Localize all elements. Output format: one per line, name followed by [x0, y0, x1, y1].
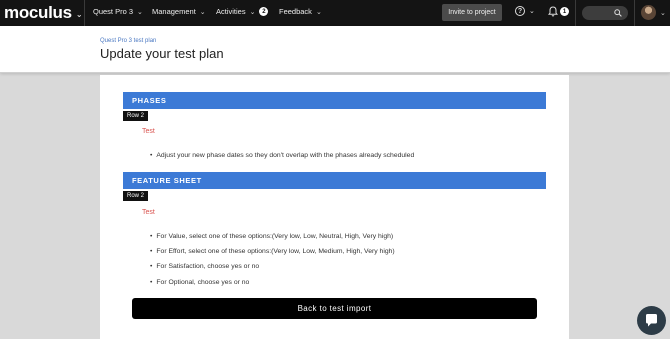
chevron-down-icon: ⌄ — [249, 8, 256, 16]
nav-item-label: Quest Pro 3 — [93, 7, 134, 16]
app-logo-menu[interactable]: moculus ⌄ — [4, 3, 83, 23]
nav-divider — [634, 0, 635, 26]
chevron-down-icon: ⌄ — [315, 8, 322, 16]
activities-count-badge: 2 — [259, 7, 269, 16]
list-item: For Optional, choose yes or no — [150, 279, 395, 294]
breadcrumb[interactable]: Quest Pro 3 test plan — [100, 38, 156, 44]
row-tag: Row 2 — [123, 111, 149, 121]
chevron-down-icon: ⌄ — [529, 8, 535, 15]
nav-item-label: Management — [152, 7, 196, 16]
user-avatar[interactable] — [641, 5, 656, 20]
bullet-list: For Value, select one of these options:(… — [150, 233, 395, 294]
chevron-down-icon: ⌄ — [199, 8, 206, 16]
nav-item-label: Activities — [216, 7, 246, 16]
chat-support-button[interactable] — [637, 306, 666, 335]
nav-divider — [84, 0, 85, 26]
notifications-count-badge: 1 — [560, 7, 569, 16]
invite-to-project-button[interactable]: Invite to project — [442, 4, 502, 21]
list-item: Adjust your new phase dates so they don'… — [150, 152, 414, 167]
nav-item-management[interactable]: Management ⌄ — [152, 7, 206, 16]
chevron-down-icon: ⌄ — [75, 9, 83, 19]
test-label: Test — [142, 128, 155, 135]
list-item: For Value, select one of these options:(… — [150, 233, 395, 248]
section-header-feature-sheet: FEATURE SHEET — [123, 172, 546, 189]
chevron-down-icon[interactable]: ⌄ — [660, 9, 666, 17]
search-icon — [614, 9, 622, 17]
search-input[interactable] — [582, 6, 628, 20]
list-item: For Effort, select one of these options:… — [150, 248, 394, 263]
list-item: For Satisfaction, choose yes or no — [150, 263, 395, 278]
notifications-button[interactable]: 1 — [548, 6, 569, 17]
nav-item-project[interactable]: Quest Pro 3 ⌄ — [93, 7, 143, 16]
test-label: Test — [142, 209, 155, 216]
chevron-down-icon: ⌄ — [137, 8, 143, 16]
help-icon: ? — [515, 6, 525, 16]
nav-item-feedback[interactable]: Feedback ⌄ — [279, 7, 322, 16]
page-title: Update your test plan — [100, 46, 224, 61]
chat-bubble-icon — [646, 314, 657, 327]
top-navbar: moculus ⌄ Quest Pro 3 ⌄ Management ⌄ Act… — [0, 0, 670, 26]
bell-icon — [548, 6, 558, 17]
row-tag: Row 2 — [123, 191, 149, 201]
bullet-list: Adjust your new phase dates so they don'… — [150, 152, 414, 167]
back-to-test-import-button[interactable]: Back to test import — [132, 298, 537, 319]
test-plan-card: PHASES Row 2 Test Adjust your new phase … — [100, 75, 569, 339]
app-logo: moculus — [4, 3, 72, 22]
page-header: Quest Pro 3 test plan Update your test p… — [0, 26, 670, 73]
nav-divider — [575, 0, 576, 26]
nav-item-activities[interactable]: Activities ⌄ 2 — [216, 7, 269, 16]
section-header-phases: PHASES — [123, 92, 546, 109]
nav-item-label: Feedback — [279, 7, 312, 16]
help-menu[interactable]: ? ⌄ — [515, 6, 535, 16]
